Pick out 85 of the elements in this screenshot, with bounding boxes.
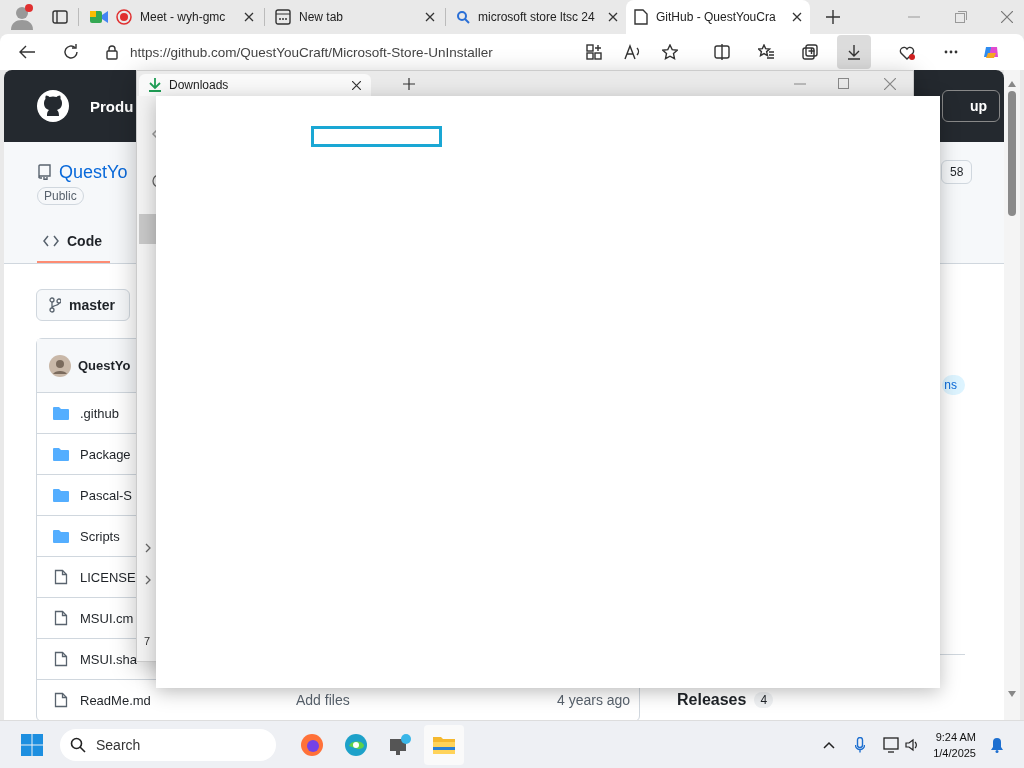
- repo-icon: [37, 164, 51, 180]
- commit-time: 4 years ago: [557, 692, 631, 708]
- close-icon[interactable]: [608, 12, 618, 22]
- new-tab-icon: [275, 9, 291, 25]
- avatar-icon: [49, 354, 71, 377]
- copilot-icon[interactable]: [983, 44, 999, 60]
- file-link[interactable]: LICENSE: [80, 570, 136, 585]
- new-tab-plus-icon[interactable]: [403, 77, 415, 90]
- split-screen-icon[interactable]: [714, 44, 730, 60]
- scrollbar-thumb[interactable]: [1008, 91, 1016, 216]
- favorites-icon[interactable]: [758, 44, 774, 60]
- new-tab-plus-icon[interactable]: [826, 10, 840, 24]
- browser-tab[interactable]: New tab: [267, 0, 443, 34]
- folder-icon: [53, 447, 69, 461]
- clock[interactable]: 9:24 AM 1/4/2025: [933, 728, 976, 761]
- releases-heading[interactable]: Releases: [677, 691, 747, 709]
- file-icon: [54, 692, 68, 708]
- health-icon[interactable]: [899, 44, 915, 60]
- close-icon[interactable]: [244, 12, 254, 22]
- lock-icon: [106, 44, 118, 60]
- search-icon: [456, 10, 470, 24]
- octocat-logo[interactable]: [37, 90, 69, 122]
- browser-tab[interactable]: microsoft store ltsc 24: [448, 0, 626, 34]
- folder-icon: [53, 406, 69, 420]
- file-link[interactable]: MSUI.cm: [80, 611, 134, 626]
- close-icon[interactable]: [352, 80, 361, 90]
- repo-name-link[interactable]: QuestYo: [59, 161, 128, 183]
- commit-message[interactable]: Add files: [296, 692, 546, 708]
- app-grid-icon[interactable]: [586, 44, 602, 60]
- sign-up-button[interactable]: up: [942, 90, 1000, 122]
- notification-bell-icon[interactable]: [990, 736, 1004, 753]
- search-icon: [70, 736, 86, 753]
- refresh-icon[interactable]: [62, 43, 80, 61]
- releases-count: 4: [754, 692, 774, 708]
- downloads-button[interactable]: [837, 35, 871, 69]
- code-icon: [43, 235, 59, 247]
- profile-avatar-icon[interactable]: [8, 3, 36, 31]
- file-link[interactable]: Scripts: [80, 529, 120, 544]
- file-link[interactable]: Package: [80, 447, 131, 462]
- search-field[interactable]: Search: [60, 728, 276, 761]
- maximize-icon[interactable]: [838, 78, 849, 89]
- close-icon[interactable]: [792, 12, 802, 22]
- download-icon: [149, 78, 161, 92]
- author-name[interactable]: QuestYo: [78, 358, 131, 373]
- scroll-up-icon[interactable]: [1007, 80, 1017, 88]
- video-call-icon: [90, 10, 108, 24]
- download-icon: [846, 44, 862, 60]
- status-text: 7: [144, 635, 151, 647]
- chevron-up-icon[interactable]: [823, 740, 836, 749]
- file-icon: [54, 569, 68, 585]
- collections-icon[interactable]: [802, 44, 818, 60]
- start-icon[interactable]: [21, 733, 43, 756]
- branch-button[interactable]: master: [36, 289, 130, 321]
- recording-icon: [116, 9, 132, 25]
- file-icon: [54, 651, 68, 667]
- scroll-down-icon[interactable]: [1007, 690, 1017, 698]
- explorer-tab[interactable]: Downloads: [139, 74, 371, 96]
- branch-icon: [49, 297, 61, 313]
- nav-link[interactable]: Produ: [90, 97, 134, 115]
- read-aloud-icon[interactable]: [624, 44, 640, 60]
- file-link[interactable]: .github: [80, 406, 120, 421]
- file-link[interactable]: ReadMe.md: [80, 693, 151, 708]
- microphone-icon[interactable]: [855, 736, 866, 753]
- file-link[interactable]: Pascal-S: [80, 488, 133, 503]
- file-icon: [54, 610, 68, 626]
- tab-actions-icon[interactable]: [52, 9, 68, 25]
- chevron-right-icon[interactable]: [145, 575, 151, 585]
- topic-tag[interactable]: ns: [942, 375, 965, 395]
- chevron-right-icon[interactable]: [145, 543, 151, 553]
- repo-tab[interactable]: Code: [37, 223, 110, 263]
- network-icon[interactable]: [883, 736, 902, 753]
- browser-tab[interactable]: Meet - wyh-gmc: [82, 0, 262, 34]
- back-icon[interactable]: [18, 44, 36, 60]
- taskbar-app-button[interactable]: [424, 724, 464, 765]
- folder-icon: [53, 529, 69, 543]
- remote-desktop-icon: [388, 732, 412, 757]
- page-icon: [634, 9, 648, 25]
- firefox-icon: [300, 732, 324, 757]
- volume-icon[interactable]: [905, 737, 920, 752]
- browser-tab[interactable]: GitHub - QuestYouCra: [626, 0, 810, 34]
- star-icon[interactable]: [662, 44, 678, 60]
- counter-button[interactable]: 58: [941, 160, 972, 184]
- folder-icon: [53, 488, 69, 502]
- file-link[interactable]: MSUI.sha: [80, 652, 138, 667]
- close-icon[interactable]: [425, 12, 435, 22]
